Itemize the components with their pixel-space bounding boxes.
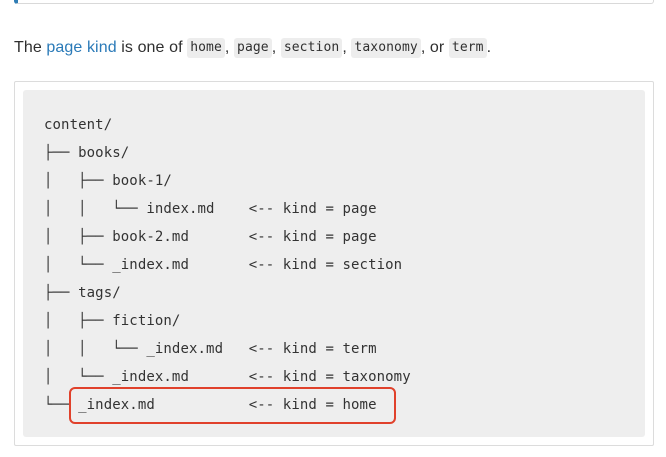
code-line: ├── tags/ <box>44 285 121 301</box>
paragraph-middle: is one of <box>116 39 188 56</box>
page-kind-link[interactable]: page kind <box>46 39 116 56</box>
separator: , <box>342 39 352 56</box>
code-line: │ └── _index.md <-- kind = section <box>44 257 403 273</box>
paragraph-suffix: . <box>486 39 492 56</box>
code-line: │ ├── fiction/ <box>44 313 181 329</box>
code-line: ├── books/ <box>44 145 130 161</box>
kind-taxonomy-code: taxonomy <box>351 38 421 58</box>
kind-section-code: section <box>280 38 343 58</box>
separator: , or <box>420 39 449 56</box>
callout-box-partial <box>14 0 654 4</box>
kind-page-code: page <box>234 38 272 58</box>
code-line: │ └── _index.md <-- kind = taxonomy <box>44 369 411 385</box>
code-line-home: └── _index.md <-- kind = home <box>44 397 377 413</box>
code-line: │ ├── book-1/ <box>44 173 172 189</box>
code-block-background: content/ ├── books/ │ ├── book-1/ │ │ └─… <box>23 90 645 437</box>
paragraph-prefix: The <box>14 39 47 56</box>
kind-term-code: term <box>448 38 487 58</box>
code-line: │ │ └── _index.md <-- kind = term <box>44 341 377 357</box>
separator: , <box>271 39 281 56</box>
code-line: │ │ └── index.md <-- kind = page <box>44 201 377 217</box>
code-line: │ ├── book-2.md <-- kind = page <box>44 229 377 245</box>
code-line: content/ <box>44 117 113 133</box>
page-kind-paragraph: The page kind is one of home, page, sect… <box>14 36 654 60</box>
code-block: content/ ├── books/ │ ├── book-1/ │ │ └─… <box>14 81 654 446</box>
separator: , <box>224 39 235 56</box>
kind-home-code: home <box>187 38 225 58</box>
directory-tree: content/ ├── books/ │ ├── book-1/ │ │ └─… <box>44 111 411 419</box>
